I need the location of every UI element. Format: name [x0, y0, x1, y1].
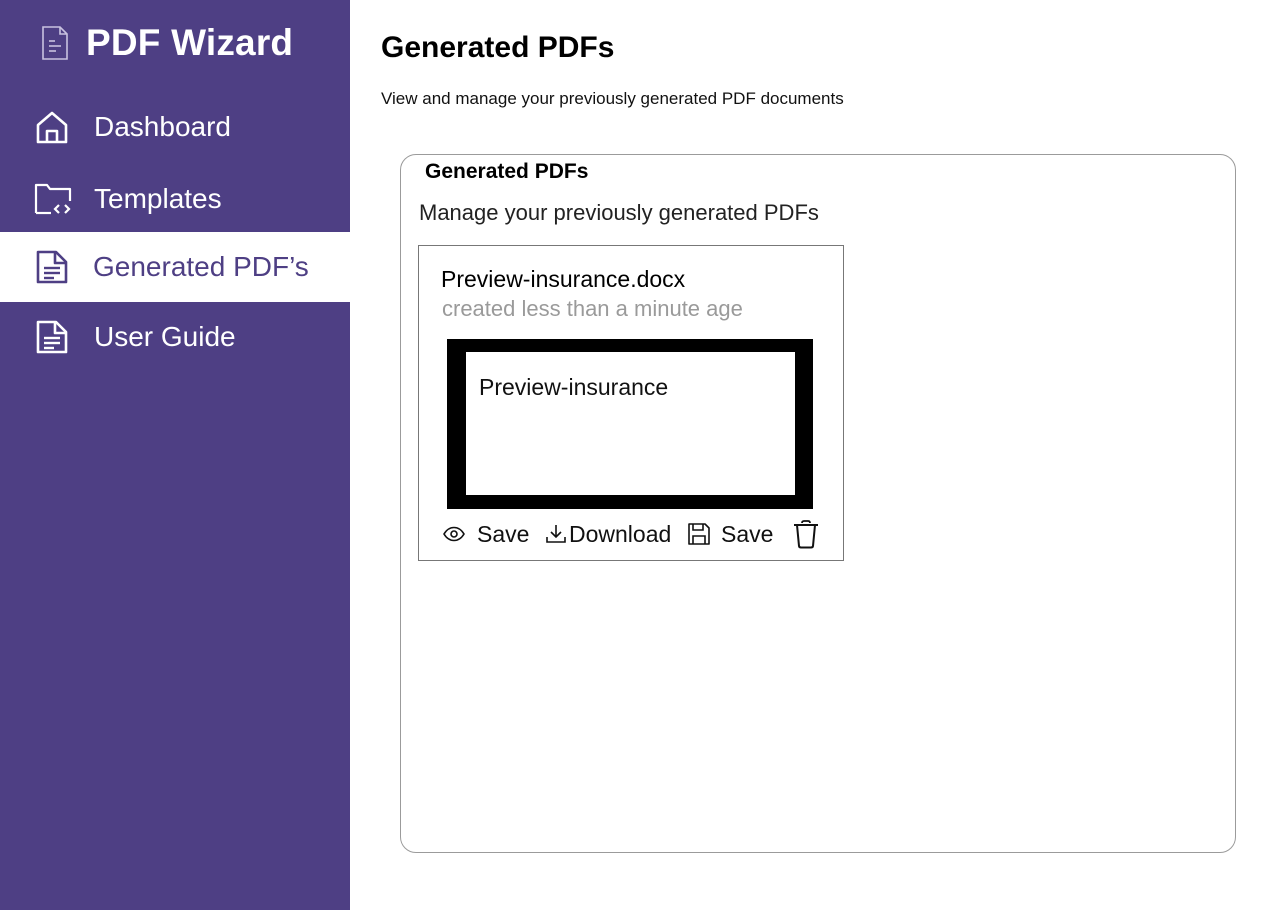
download-button[interactable]: Download: [545, 516, 671, 552]
page-subtitle: View and manage your previously generate…: [381, 89, 844, 108]
save-button[interactable]: Save: [687, 516, 773, 552]
sidebar-item-user-guide[interactable]: User Guide: [0, 302, 350, 372]
pdf-preview-page: Preview-insurance: [466, 352, 795, 495]
panel-description: Manage your previously generated PDFs: [419, 200, 819, 225]
document-icon: [40, 25, 70, 61]
page-title: Generated PDFs: [381, 31, 615, 64]
download-icon: [545, 523, 567, 545]
document-text-icon: [34, 249, 70, 285]
save-icon: [687, 522, 711, 546]
pdf-card: Preview-insurance.docx created less than…: [418, 245, 844, 561]
sidebar-item-dashboard[interactable]: Dashboard: [0, 92, 350, 162]
sidebar-item-generated-pdfs[interactable]: Generated PDF’s: [0, 232, 350, 302]
generated-pdfs-panel: Generated PDFs Manage your previously ge…: [400, 154, 1236, 853]
panel-title: Generated PDFs: [425, 160, 589, 183]
sidebar-item-label: Dashboard: [94, 111, 231, 142]
delete-button[interactable]: [793, 516, 819, 552]
sidebar-item-templates[interactable]: Templates: [0, 164, 350, 234]
pdf-created-time: created less than a minute age: [442, 296, 743, 321]
view-button-label: Save: [477, 520, 530, 547]
sidebar: PDF Wizard Dashboard Templates Generated…: [0, 0, 350, 910]
app: PDF Wizard Dashboard Templates Generated…: [0, 0, 1280, 910]
save-button-label: Save: [721, 520, 774, 547]
download-button-label: Download: [569, 520, 672, 547]
document-text-icon: [34, 319, 70, 355]
pdf-card-actions: Save Download Save: [443, 516, 833, 552]
pdf-filename: Preview-insurance.docx: [441, 266, 686, 292]
trash-icon: [793, 519, 819, 549]
eye-icon: [443, 526, 465, 542]
sidebar-item-label: Generated PDF’s: [93, 251, 309, 282]
sidebar-item-label: Templates: [94, 183, 222, 214]
pdf-preview[interactable]: Preview-insurance: [447, 339, 813, 509]
view-button[interactable]: Save: [443, 516, 529, 552]
folder-code-icon: [34, 181, 72, 217]
pdf-preview-text: Preview-insurance: [479, 374, 669, 400]
brand-title: PDF Wizard: [86, 22, 294, 63]
brand: PDF Wizard: [40, 22, 293, 64]
sidebar-item-label: User Guide: [94, 321, 236, 352]
home-icon: [34, 109, 70, 145]
